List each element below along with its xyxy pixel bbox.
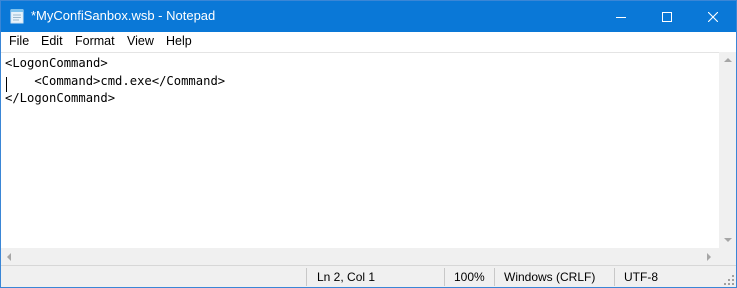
line-ending: Windows (CRLF): [504, 270, 596, 284]
editor-content[interactable]: <LogonCommand> <Command>cmd.exe</Command…: [5, 55, 225, 108]
scroll-up-icon[interactable]: [724, 58, 732, 62]
scroll-left-icon[interactable]: [7, 253, 11, 261]
text-editor[interactable]: <LogonCommand> <Command>cmd.exe</Command…: [1, 52, 719, 249]
maximize-icon: [662, 11, 672, 22]
zoom-level: 100%: [454, 270, 485, 284]
close-icon: [708, 11, 718, 22]
menu-help[interactable]: Help: [166, 34, 192, 48]
resize-grip-icon[interactable]: [723, 274, 735, 286]
menu-edit[interactable]: Edit: [41, 34, 63, 48]
scrollbar-corner: [719, 248, 736, 265]
title-bar[interactable]: *MyConfiSanbox.wsb - Notepad: [1, 1, 736, 32]
menu-file[interactable]: File: [9, 34, 29, 48]
menu-format[interactable]: Format: [75, 34, 115, 48]
status-divider: [444, 268, 445, 286]
status-divider: [494, 268, 495, 286]
minimize-icon: [616, 16, 626, 18]
minimize-button[interactable]: [598, 1, 644, 32]
vertical-scrollbar[interactable]: [719, 52, 736, 248]
status-divider: [306, 268, 307, 286]
scroll-right-icon[interactable]: [707, 253, 711, 261]
horizontal-scrollbar[interactable]: [1, 248, 719, 265]
text-caret: [6, 77, 7, 92]
window-title: *MyConfiSanbox.wsb - Notepad: [31, 8, 216, 23]
scroll-down-icon[interactable]: [724, 238, 732, 242]
close-button[interactable]: [690, 1, 736, 32]
status-divider: [614, 268, 615, 286]
maximize-button[interactable]: [644, 1, 690, 32]
notepad-window: *MyConfiSanbox.wsb - Notepad File Edit F…: [0, 0, 737, 288]
status-bar: Ln 2, Col 1 100% Windows (CRLF) UTF-8: [1, 265, 736, 287]
cursor-position: Ln 2, Col 1: [317, 270, 376, 284]
menu-bar: File Edit Format View Help: [1, 32, 736, 52]
menu-view[interactable]: View: [127, 34, 154, 48]
encoding: UTF-8: [624, 270, 658, 284]
notepad-icon: [10, 9, 24, 24]
